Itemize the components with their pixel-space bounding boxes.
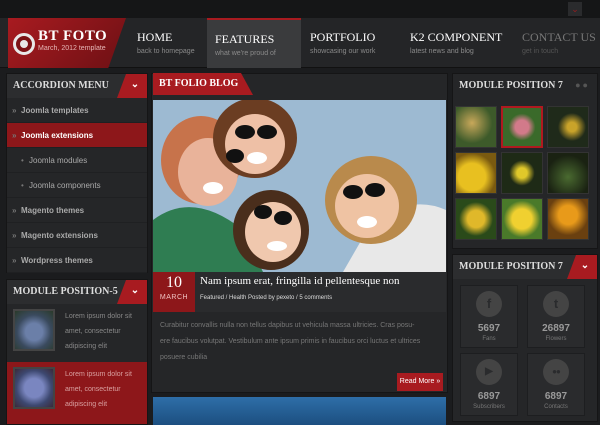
module7b-title: MODULE POSITION 7 ⌄ [453,255,597,279]
chevron-down-icon[interactable]: ⌄ [568,2,582,16]
logo-title[interactable]: BT FOTO [38,28,107,45]
gallery-thumb[interactable] [547,198,589,240]
text-line: adipiscing elit [65,401,108,408]
social-count: 5697 [477,323,501,334]
nav-title: FEATURES [215,32,275,46]
text-line: Curabitur convallis nulla non tellus dap… [160,322,415,329]
nav-subtitle: back to homepage [137,48,195,55]
nav-features[interactable]: FEATURES what we're proud of [207,18,301,68]
nav-subtitle: showcasing our work [310,48,376,55]
text-line: posuere cubilia [160,354,208,361]
nav-title: HOME [137,30,173,44]
nav-subtitle: what we're proud of [215,50,276,57]
carousel-dots[interactable]: ●● [575,80,590,90]
chevron-down-icon[interactable]: ⌄ [567,255,597,279]
gallery-thumb[interactable] [455,198,497,240]
text-line: adipiscing elit [65,343,108,350]
featured-photo[interactable] [153,100,446,272]
chevron-down-icon[interactable]: ⌄ [117,74,147,98]
photo-gallery [455,106,590,241]
post-month: MARCH [159,294,189,301]
list-item[interactable]: Lorem ipsum dolor sit amet, consectetur … [7,362,147,424]
nav-k2-component[interactable]: K2 COMPONENT latest news and blog [402,18,512,68]
blog-section-title: BT FOLIO BLOG [153,73,253,95]
next-post-photo[interactable] [153,397,446,425]
nav-title: CONTACT US [522,30,596,44]
list-item-text: Lorem ipsum dolor sit amet, consectetur … [65,309,145,354]
text-line: Lorem ipsum dolor sit [65,371,132,378]
module5-title: MODULE POSITION-5 ⌄ [7,280,147,304]
top-bar [0,0,600,18]
logo-subtitle: March, 2012 template [38,45,106,52]
text-line: amet, consectetur [65,386,121,393]
post-meta: Featured / Health Posted by pexeto / 5 c… [200,295,333,301]
youtube-icon: ▶ [476,359,502,385]
social-label: Contacts [544,404,568,410]
accordion-menu: ACCORDION MENU ⌄ Joomla templates Joomla… [6,73,148,273]
gallery-thumb[interactable] [501,106,543,148]
gallery-thumb[interactable] [547,106,589,148]
menu-item-magento-themes[interactable]: Magento themes [7,198,147,223]
nav-home[interactable]: HOME back to homepage [129,18,207,68]
nav-title: K2 COMPONENT [410,30,503,44]
social-facebook[interactable]: f 5697 Fans [460,285,518,348]
thumbnail-image[interactable] [13,367,55,409]
accordion-title-text: ACCORDION MENU [13,80,109,91]
gallery-thumb[interactable] [547,152,589,194]
twitter-icon: t [543,291,569,317]
social-flickr[interactable]: ●● 6897 Contacts [527,353,585,416]
text-line: ere faucibus volutpat. Vestibulum ante i… [160,338,421,345]
social-label: Subscribers [473,404,505,410]
post-title[interactable]: Nam ipsum erat, fringilla id pellentesqu… [200,275,399,287]
social-count: 6897 [544,391,568,402]
list-item-text: Lorem ipsum dolor sit amet, consectetur … [65,367,145,412]
menu-item-joomla-modules[interactable]: Joomla modules [7,148,147,173]
social-count: 6897 [477,391,501,402]
text-line: Lorem ipsum dolor sit [65,313,132,320]
accordion-title: ACCORDION MENU ⌄ [7,74,147,98]
camera-lens-icon [13,33,35,55]
post-body: Curabitur convallis nulla non tellus dap… [160,318,440,366]
nav-subtitle: get in touch [522,48,559,55]
nav-contact-us[interactable]: CONTACT US get in touch [514,18,600,68]
read-more-button[interactable]: Read More » [397,373,443,391]
gallery-thumb[interactable] [455,152,497,194]
menu-item-wordpress-themes[interactable]: Wordpress themes [7,248,147,273]
module7b-title-text: MODULE POSITION 7 [459,261,563,272]
menu-item-joomla-components[interactable]: Joomla components [7,173,147,198]
menu-item-joomla-extensions[interactable]: Joomla extensions [7,123,147,148]
chevron-down-icon[interactable]: ⌄ [117,280,147,304]
module5-title-text: MODULE POSITION-5 [13,286,118,297]
nav-subtitle: latest news and blog [410,48,474,55]
social-label: Fans [482,336,496,342]
nav-title: PORTFOLIO [310,30,376,44]
facebook-icon: f [476,291,502,317]
gallery-thumb[interactable] [455,106,497,148]
nav-portfolio[interactable]: PORTFOLIO showcasing our work [302,18,402,68]
social-twitter[interactable]: t 26897 Flowers [527,285,585,348]
gallery-thumb[interactable] [501,152,543,194]
text-line: amet, consectetur [65,328,121,335]
social-label: Flowers [545,336,567,342]
gallery-thumb[interactable] [501,198,543,240]
menu-item-joomla-templates[interactable]: Joomla templates [7,98,147,123]
social-count: 26897 [542,323,570,334]
module-position-7-social: MODULE POSITION 7 ⌄ f 5697 Fans t 26897 … [452,254,598,422]
flickr-icon: ●● [543,359,569,385]
people-photo-illustration [153,100,446,272]
menu-item-magento-extensions[interactable]: Magento extensions [7,223,147,248]
list-item[interactable]: Lorem ipsum dolor sit amet, consectetur … [7,304,147,362]
post-date: 10 MARCH [153,272,195,312]
post-day: 10 [166,274,182,291]
social-youtube[interactable]: ▶ 6897 Subscribers [460,353,518,416]
module-position-5: MODULE POSITION-5 ⌄ Lorem ipsum dolor si… [6,279,148,425]
thumbnail-image[interactable] [13,309,55,351]
